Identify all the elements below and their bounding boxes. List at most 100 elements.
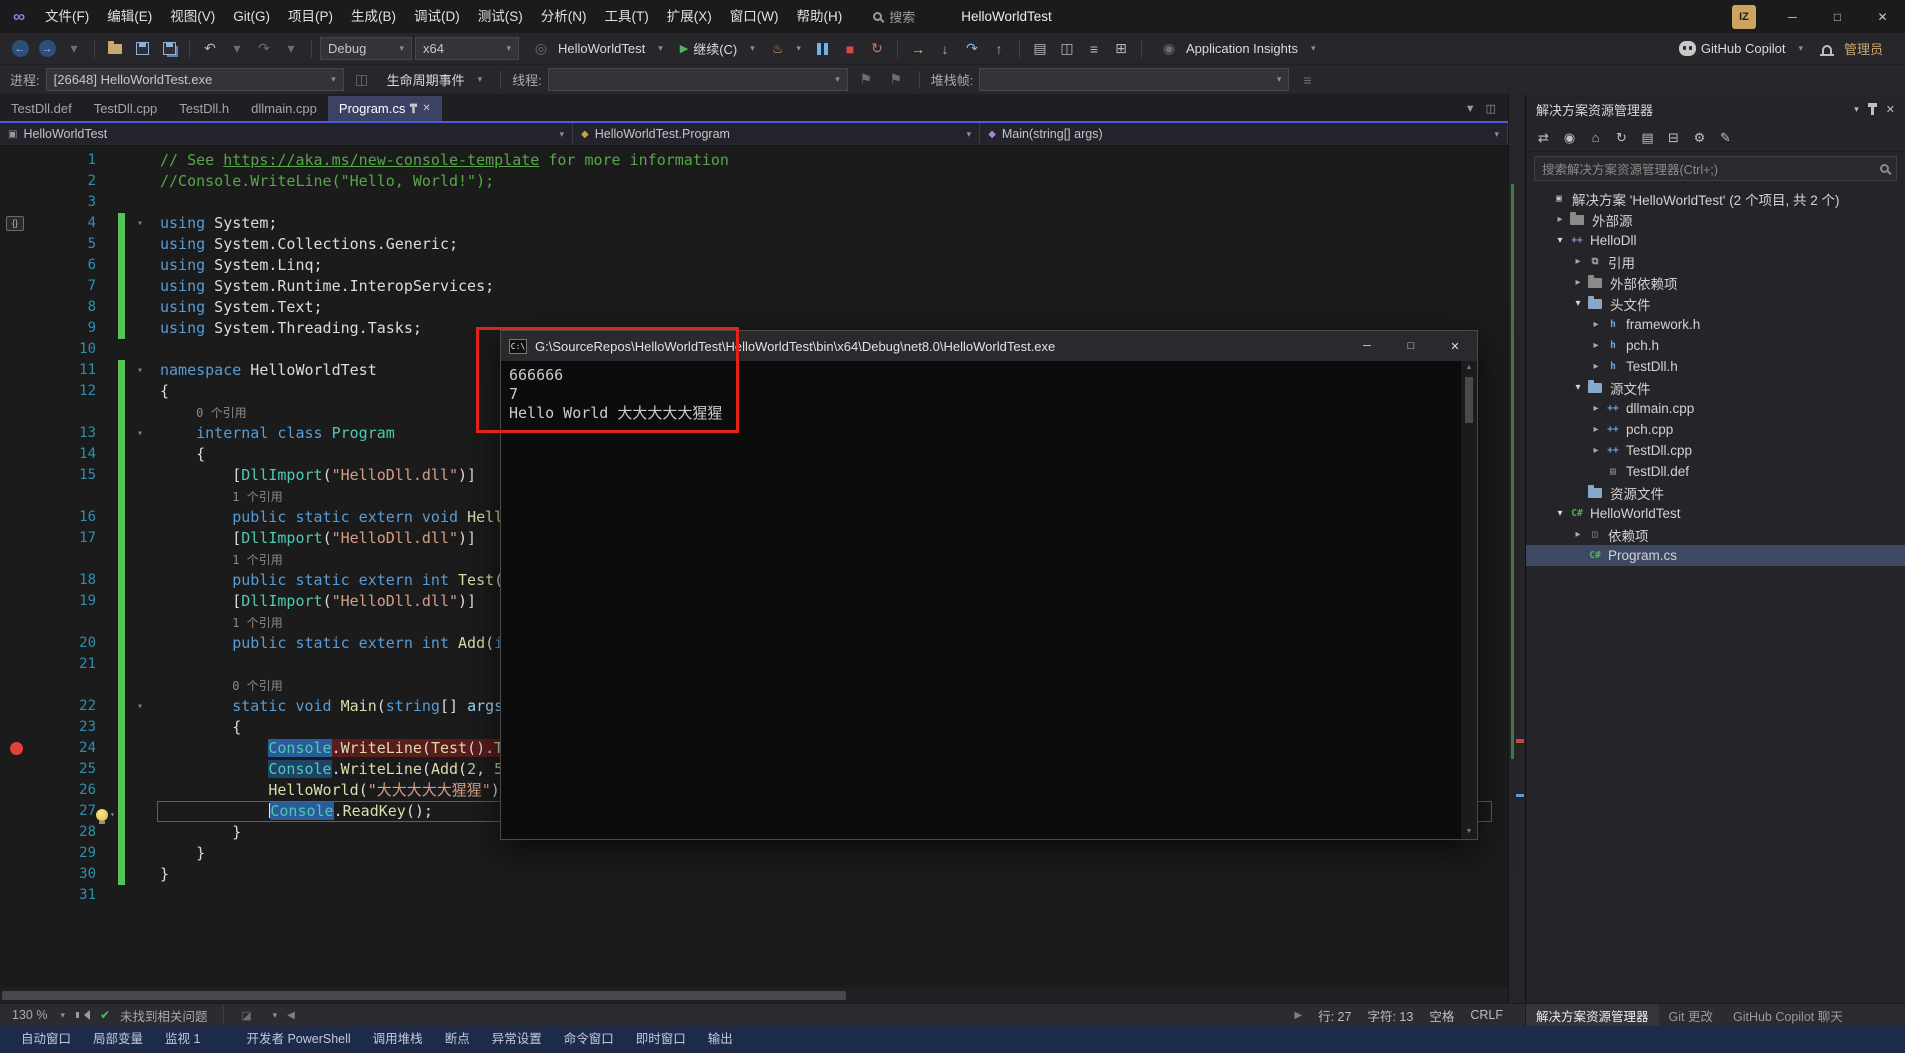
tree-item[interactable]: ▸◫依赖项 — [1526, 524, 1905, 545]
document-tab[interactable]: TestDll.def — [0, 96, 83, 121]
expand-arrow-icon[interactable]: ▸ — [1570, 529, 1586, 540]
document-tab[interactable]: Program.cs✕ — [328, 96, 442, 121]
tree-item[interactable]: ▸⧉引用 — [1526, 251, 1905, 272]
panel-tab[interactable]: 自动窗口 — [10, 1026, 82, 1053]
console-scrollbar-thumb[interactable] — [1465, 377, 1473, 423]
sync-with-active-document-icon[interactable]: ⇄ — [1532, 127, 1555, 149]
speaker-icon[interactable] — [79, 1010, 90, 1020]
tree-item[interactable]: ▤TestDll.def — [1526, 461, 1905, 482]
code-line[interactable]: 8using System.Text; — [0, 297, 1508, 318]
menu-item[interactable]: 帮助(H) — [787, 0, 851, 33]
nav-dropdown-icon[interactable]: ▾ — [62, 37, 86, 61]
refresh-icon[interactable]: ↻ — [1610, 127, 1633, 149]
menu-item[interactable]: 调试(D) — [405, 0, 469, 33]
tree-item[interactable]: ▸外部依赖项 — [1526, 272, 1905, 293]
panel-tab[interactable]: 命令窗口 — [553, 1026, 625, 1053]
open-file-icon[interactable] — [103, 37, 127, 61]
console-scrollbar[interactable]: ▲ ▼ — [1461, 361, 1477, 839]
scroll-up-icon[interactable]: ▲ — [1466, 361, 1473, 375]
tree-item[interactable]: ▣解决方案 'HelloWorldTest' (2 个项目, 共 2 个) — [1526, 188, 1905, 209]
tree-item[interactable]: ▾C#HelloWorldTest — [1526, 503, 1905, 524]
console-title-bar[interactable]: C:\ G:\SourceRepos\HelloWorldTest\HelloW… — [501, 331, 1477, 361]
tree-item[interactable]: ▸++TestDll.cpp — [1526, 440, 1905, 461]
show-all-files-icon[interactable]: ▤ — [1636, 127, 1659, 149]
code-line[interactable]: {}4▾using System; — [0, 213, 1508, 234]
code-cleanup-icon[interactable]: ◪ — [239, 1003, 255, 1027]
pending-changes-filter-icon[interactable]: ◉ — [1558, 127, 1581, 149]
tree-item[interactable]: ▸hframework.h — [1526, 314, 1905, 335]
code-line[interactable]: 30} — [0, 864, 1508, 885]
preview-selected-items-icon[interactable]: ✎ — [1714, 127, 1737, 149]
redo-dropdown-icon[interactable]: ▾ — [279, 37, 303, 61]
eol-indicator[interactable]: CRLF — [1470, 1008, 1503, 1022]
menu-item[interactable]: 分析(N) — [532, 0, 596, 33]
expand-arrow-icon[interactable]: ▸ — [1588, 319, 1604, 330]
pin-icon[interactable] — [413, 107, 415, 113]
console-close-button[interactable]: ✕ — [1433, 331, 1477, 361]
tool-window-tab[interactable]: Git 更改 — [1659, 1004, 1723, 1026]
step-out-icon[interactable]: ↑ — [987, 37, 1011, 61]
stop-debugging-icon[interactable]: ■ — [838, 37, 862, 61]
nav-back-icon[interactable]: ← — [8, 37, 32, 61]
pin-icon[interactable] — [1871, 107, 1874, 115]
collapse-all-icon[interactable]: ⊟ — [1662, 127, 1685, 149]
expand-arrow-icon[interactable]: ▸ — [1588, 361, 1604, 372]
breakpoints-window-icon[interactable]: ◫ — [1055, 37, 1079, 61]
menu-item[interactable]: 视图(V) — [161, 0, 224, 33]
expand-arrow-icon[interactable]: ▸ — [1570, 277, 1586, 288]
thread-combo[interactable]: ▾ — [548, 68, 848, 91]
tree-item[interactable]: ▾头文件 — [1526, 293, 1905, 314]
document-list-dropdown-icon[interactable]: ▼ — [1465, 103, 1476, 115]
menu-item[interactable]: 工具(T) — [596, 0, 658, 33]
step-into-icon[interactable]: ↓ — [933, 37, 957, 61]
application-insights-combo[interactable]: ◉Application Insights▾ — [1150, 37, 1323, 61]
window-position-icon[interactable]: ▾ — [1854, 104, 1859, 115]
menu-item[interactable]: 窗口(W) — [721, 0, 788, 33]
code-line[interactable]: 6using System.Linq; — [0, 255, 1508, 276]
code-line[interactable]: 29 } — [0, 843, 1508, 864]
watch-window-icon[interactable]: ⊞ — [1109, 37, 1133, 61]
type-dropdown[interactable]: ◆HelloWorldTest.Program▾ — [573, 123, 980, 145]
panel-header[interactable]: 解决方案资源管理器 ▾ ✕ — [1526, 94, 1905, 124]
menu-item[interactable]: 项目(P) — [279, 0, 342, 33]
continue-button[interactable]: ▶继续(C)▾ — [673, 37, 762, 61]
code-cleanup-dropdown-icon[interactable]: ▾ — [265, 1010, 278, 1021]
hot-reload-button[interactable]: ♨▾ — [765, 37, 808, 61]
expand-arrow-icon[interactable]: ▸ — [1588, 445, 1604, 456]
tree-item[interactable]: C#Program.cs — [1526, 545, 1905, 566]
tree-item[interactable]: ▸++pch.cpp — [1526, 419, 1905, 440]
show-next-statement-icon[interactable]: → — [906, 37, 930, 61]
fold-marker[interactable]: ▾ — [131, 696, 149, 717]
vertical-scrollbar[interactable] — [1508, 94, 1525, 1003]
solution-search-input[interactable]: 搜索解决方案资源管理器(Ctrl+;) — [1534, 156, 1897, 181]
tool-window-tab[interactable]: 解决方案资源管理器 — [1526, 1004, 1659, 1026]
undo-dropdown-icon[interactable]: ▾ — [225, 37, 249, 61]
search-box[interactable]: 搜索 — [873, 7, 915, 26]
configuration-combo[interactable]: Debug▾ — [320, 37, 412, 60]
nav-forward-icon[interactable]: → — [35, 37, 59, 61]
expand-arrow-icon[interactable]: ▸ — [1588, 403, 1604, 414]
expand-arrow-icon[interactable]: ▸ — [1552, 214, 1568, 225]
notifications-bell-icon[interactable] — [1822, 45, 1832, 54]
close-button[interactable]: ✕ — [1860, 0, 1905, 33]
expand-arrow-icon[interactable]: ▸ — [1588, 424, 1604, 435]
flagged-threads-filter-icon[interactable]: ⚑ — [884, 68, 908, 92]
window-layout-icon[interactable]: ◫ — [1486, 102, 1496, 115]
horizontal-scrollbar[interactable] — [0, 988, 1508, 1003]
break-all-icon[interactable] — [811, 37, 835, 61]
menu-item[interactable]: Git(G) — [224, 0, 279, 33]
document-health-text[interactable]: 未找到相关问题 — [120, 1006, 208, 1025]
console-maximize-button[interactable]: □ — [1389, 331, 1433, 361]
code-line[interactable]: 2//Console.WriteLine("Hello, World!"); — [0, 171, 1508, 192]
panel-tab[interactable]: 调用堆栈 — [362, 1026, 434, 1053]
process-combo[interactable]: [26648] HelloWorldTest.exe▾ — [46, 68, 344, 91]
redo-icon[interactable]: ↷ — [252, 37, 276, 61]
tree-item[interactable]: ▸++dllmain.cpp — [1526, 398, 1905, 419]
tree-item[interactable]: ▸外部源 — [1526, 209, 1905, 230]
expand-arrow-icon[interactable]: ▾ — [1570, 382, 1586, 393]
tool-window-tab[interactable]: GitHub Copilot 聊天 — [1723, 1004, 1853, 1026]
menu-item[interactable]: 生成(B) — [342, 0, 405, 33]
close-icon[interactable]: ✕ — [422, 103, 430, 114]
stack-frames-icon[interactable]: ≡ — [1295, 68, 1319, 92]
document-tab[interactable]: TestDll.h — [168, 96, 240, 121]
